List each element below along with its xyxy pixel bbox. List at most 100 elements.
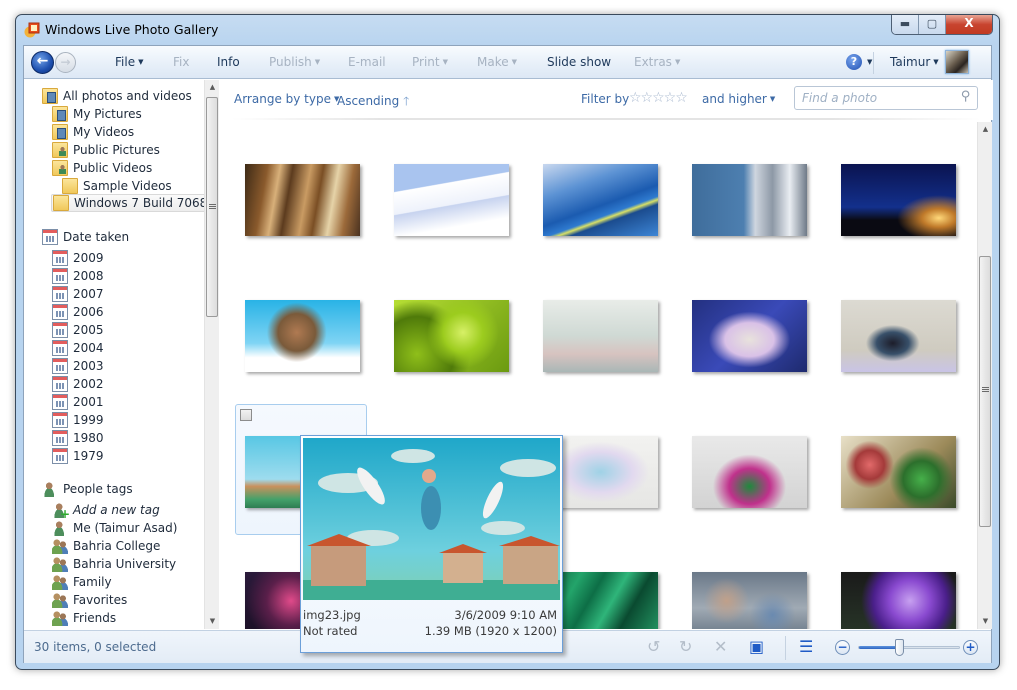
photo-thumbnail[interactable] — [692, 300, 807, 372]
scrollbar-thumb[interactable] — [206, 97, 218, 317]
photo-thumbnail[interactable] — [692, 572, 807, 629]
rating-filter-stars[interactable]: ☆☆☆☆☆ — [629, 90, 688, 106]
tree-item-year[interactable]: 1979 — [52, 447, 104, 465]
photo-thumbnail[interactable] — [543, 164, 658, 236]
help-icon[interactable]: ? — [846, 54, 862, 70]
photo-thumbnail[interactable] — [245, 300, 360, 372]
tree-item-sample-videos[interactable]: Sample Videos — [62, 177, 172, 195]
help-dropdown[interactable]: ▼ — [864, 55, 872, 69]
tree-item-people-tag[interactable]: Bahria College — [52, 537, 160, 555]
videos-folder-icon — [52, 124, 68, 140]
menu-make[interactable]: Make ▼ — [477, 55, 517, 69]
tree-item-public-pictures[interactable]: Public Pictures — [52, 141, 160, 159]
and-higher-dropdown[interactable]: and higher ▼ — [702, 92, 775, 106]
tree-item-people-tag[interactable]: Favorites — [52, 591, 127, 609]
calendar-icon — [52, 448, 68, 464]
rotate-right-icon[interactable]: ↻ — [679, 638, 692, 656]
slider-thumb[interactable] — [894, 639, 904, 656]
tree-item-year[interactable]: 2006 — [52, 303, 104, 321]
maximize-button[interactable]: ▢ — [919, 15, 946, 34]
scroll-up-arrow-icon[interactable]: ▲ — [205, 80, 220, 95]
menu-fix[interactable]: Fix — [173, 55, 189, 69]
minimize-button[interactable]: ▬ — [892, 15, 919, 34]
photo-thumbnail[interactable] — [841, 572, 956, 629]
thumbnail-size-slider[interactable] — [858, 646, 960, 649]
add-person-icon — [52, 502, 70, 521]
zoom-out-button[interactable]: − — [835, 640, 850, 655]
menu-label: Publish — [269, 55, 312, 69]
menu-email[interactable]: E-mail — [348, 55, 386, 69]
tree-item-people-tags[interactable]: People tags — [42, 480, 133, 498]
close-button[interactable]: X — [946, 15, 992, 34]
tree-item-all-photos[interactable]: All photos and videos — [42, 87, 192, 105]
tree-item-people-tag[interactable]: Friends — [52, 609, 116, 627]
back-button[interactable]: ← — [31, 51, 54, 74]
tree-item-people-tag[interactable]: Bahria University — [52, 555, 176, 573]
tree-item-year[interactable]: 2007 — [52, 285, 104, 303]
menu-extras[interactable]: Extras ▼ — [634, 55, 680, 69]
tree-item-year[interactable]: 1999 — [52, 411, 104, 429]
photo-thumbnail[interactable] — [543, 300, 658, 372]
sort-order-toggle[interactable]: Ascending 🡑 — [337, 92, 409, 113]
navigation-scrollbar[interactable]: ▲ ▼ — [204, 80, 219, 629]
menu-slide-show[interactable]: Slide show — [547, 55, 611, 69]
rotate-left-icon[interactable]: ↺ — [647, 638, 660, 656]
add-new-tag-link[interactable]: Add a new tag — [52, 501, 160, 521]
tree-item-year[interactable]: 2004 — [52, 339, 104, 357]
toolbar-shadow — [232, 118, 981, 120]
menu-label: Print — [412, 55, 440, 69]
tree-item-year[interactable]: 2002 — [52, 375, 104, 393]
tree-item-public-videos[interactable]: Public Videos — [52, 159, 152, 177]
tree-item-year[interactable]: 2005 — [52, 321, 104, 339]
tree-item-year[interactable]: 2001 — [52, 393, 104, 411]
tree-item-people-tag[interactable]: Me (Taimur Asad) — [52, 519, 177, 537]
tree-item-my-pictures[interactable]: My Pictures — [52, 105, 142, 123]
tree-item-label: Sample Videos — [83, 179, 172, 193]
scroll-down-arrow-icon[interactable]: ▼ — [205, 614, 220, 629]
scrollbar-thumb[interactable] — [979, 256, 991, 527]
user-avatar[interactable] — [945, 50, 969, 74]
menu-info[interactable]: Info — [217, 55, 240, 69]
tree-item-windows7-build[interactable]: Windows 7 Build 7068 W — [51, 194, 219, 212]
tree-item-date-taken[interactable]: Date taken — [42, 228, 129, 246]
menu-publish[interactable]: Publish ▼ — [269, 55, 320, 69]
zoom-in-button[interactable]: + — [963, 640, 978, 655]
tree-item-year[interactable]: 2008 — [52, 267, 104, 285]
tree-item-year[interactable]: 2009 — [52, 249, 104, 267]
photo-thumbnail[interactable] — [394, 164, 509, 236]
photo-thumbnail[interactable] — [841, 436, 956, 508]
menu-file[interactable]: File ▼ — [115, 55, 143, 69]
chevron-down-icon: ▼ — [314, 58, 321, 66]
tree-item-my-videos[interactable]: My Videos — [52, 123, 134, 141]
photo-thumbnail[interactable] — [394, 300, 509, 372]
arrange-by-dropdown[interactable]: Arrange by type ▼ — [234, 92, 339, 106]
user-menu[interactable]: Taimur ▼ — [890, 55, 939, 69]
scroll-down-arrow-icon[interactable]: ▼ — [978, 614, 993, 629]
scroll-up-arrow-icon[interactable]: ▲ — [978, 122, 993, 137]
photo-thumbnail[interactable] — [841, 300, 956, 372]
tree-item-year[interactable]: 1980 — [52, 429, 104, 447]
grid-scrollbar[interactable]: ▲ ▼ — [977, 122, 992, 629]
photo-thumbnail[interactable] — [692, 164, 807, 236]
delete-icon[interactable]: ✕ — [714, 638, 727, 656]
public-folder-icon — [52, 160, 68, 176]
search-icon[interactable]: ⚲ — [961, 89, 971, 104]
photo-thumbnail[interactable] — [245, 164, 360, 236]
menu-label: Extras — [634, 55, 672, 69]
details-view-icon[interactable]: ☰ — [799, 638, 813, 656]
menu-print[interactable]: Print ▼ — [412, 55, 448, 69]
calendar-icon — [52, 304, 68, 320]
photo-thumbnail[interactable] — [692, 436, 807, 508]
find-photo-search[interactable]: Find a photo ⚲ — [794, 86, 978, 110]
group-tag-icon — [52, 574, 68, 590]
tree-item-people-tag[interactable]: Family — [52, 573, 112, 591]
tree-item-year[interactable]: 2003 — [52, 357, 104, 375]
photo-thumbnail[interactable] — [841, 164, 956, 236]
forward-button[interactable]: → — [55, 52, 76, 73]
slideshow-icon[interactable]: ▣ — [749, 638, 764, 656]
menu-label: Make — [477, 55, 509, 69]
title-bar[interactable]: Windows Live Photo Gallery ▬ ▢ X — [16, 15, 999, 45]
preview-image — [303, 438, 560, 600]
calendar-icon — [42, 229, 58, 245]
select-checkbox[interactable] — [240, 409, 252, 421]
